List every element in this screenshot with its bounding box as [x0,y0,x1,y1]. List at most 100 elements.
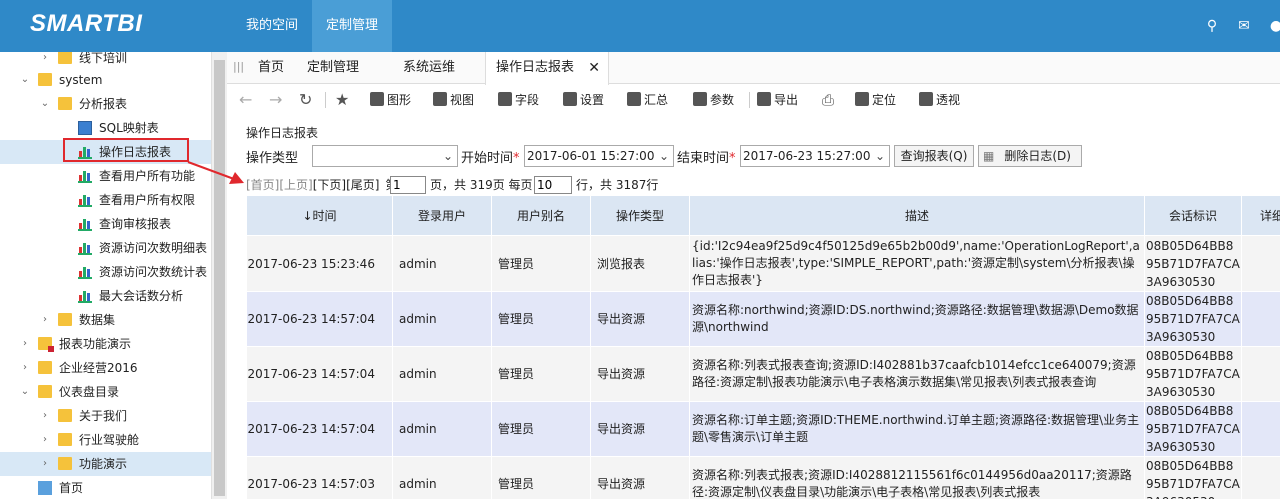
pager: [首页][上页][下页][尾页] 第 页，共 319页 每页 行，共 3187行 [246,176,658,194]
col-header-user-alias[interactable]: 用户别名 [491,195,591,236]
chevron-right-icon[interactable]: › [20,356,30,380]
table-row[interactable]: 2017-06-23 14:57:03 admin 管理员 导出资源 资源名称:… [246,456,1280,499]
tree-node-enterprise-2016[interactable]: › 企业经营2016 [0,356,211,380]
report-icon [78,217,92,231]
nav-my-space[interactable]: 我的空间 [232,0,312,52]
report-icon [78,169,92,183]
report-title: 操作日志报表 [246,126,319,140]
table-row[interactable]: 2017-06-23 14:57:04 admin 管理员 导出资源 资源名称:… [246,401,1280,457]
tree-node-user-functions[interactable]: 查看用户所有功能 [0,164,211,188]
col-header-time[interactable]: ↓时间 [246,195,393,236]
chevron-right-icon[interactable]: › [40,308,50,332]
start-time-label: 开始时间* [461,151,520,166]
delete-log-button[interactable]: ▦ 删除日志(D) [978,145,1082,167]
chevron-right-icon[interactable]: › [40,404,50,428]
op-type-select[interactable]: ⌄ [312,145,458,167]
print-icon[interactable]: ⎙ [822,84,834,116]
tree-node-function-demo[interactable]: › 功能演示 [0,452,211,476]
col-header-login-user[interactable]: 登录用户 [392,195,492,236]
pivot-button[interactable]: 透视 [919,84,960,116]
tab-operation-log[interactable]: 操作日志报表 ✕ [485,52,609,85]
tree-node-sql-mapping[interactable]: SQL映射表 [0,116,211,140]
chevron-right-icon[interactable]: › [40,428,50,452]
start-time-select[interactable]: 2017-06-01 15:27:00 ⌄ [524,145,674,167]
table-row[interactable]: 2017-06-23 14:57:04 admin 管理员 导出资源 资源名称:… [246,291,1280,347]
table-row[interactable]: 2017-06-23 14:57:04 admin 管理员 导出资源 资源名称:… [246,346,1280,402]
chevron-right-icon[interactable]: › [40,452,50,476]
tree-node-user-permissions[interactable]: 查看用户所有权限 [0,188,211,212]
inbox-icon[interactable]: ✉ [1236,18,1252,34]
folder-icon [38,361,52,374]
col-header-op-type[interactable]: 操作类型 [590,195,690,236]
tree-node-max-sessions[interactable]: 最大会话数分析 [0,284,211,308]
back-icon[interactable]: ← [239,84,252,116]
home-page-icon [38,481,52,495]
tab-home[interactable]: 首页 [249,52,293,84]
refresh-icon[interactable]: ↻ [299,84,312,116]
settings-button[interactable]: 设置 [563,84,604,116]
rows-per-page-input[interactable] [534,176,572,194]
search-icon[interactable]: ⚲ [1204,18,1220,34]
chevron-down-icon[interactable]: ⌄ [20,68,30,92]
arrow-head [229,172,244,184]
col-header-description[interactable]: 描述 [689,195,1145,236]
tree-node-access-stats[interactable]: 资源访问次数统计表 [0,260,211,284]
cell-detail [1241,235,1280,292]
summary-button[interactable]: 汇总 [627,84,668,116]
trash-icon: ▦ [983,149,995,163]
forward-icon[interactable]: → [269,84,282,116]
menu-grip-icon[interactable]: ||| [233,60,244,73]
cell-description: 资源名称:列表式报表;资源ID:I4028812115561f6c0144956… [689,456,1145,499]
view-button[interactable]: 视图 [433,84,474,116]
tree-node-system[interactable]: ⌄ system [0,68,211,92]
scrollbar-thumb[interactable] [214,60,225,496]
tree-node-report-demo[interactable]: › 报表功能演示 [0,332,211,356]
log-table: ↓时间 登录用户 用户别名 操作类型 描述 会话标识 详细 2017-06-23… [246,195,1280,499]
cell-time: 2017-06-23 14:57:03 [246,456,393,499]
tree-node-about-us[interactable]: › 关于我们 [0,404,211,428]
sidebar-scrollbar[interactable] [211,52,227,499]
nav-custom-manage[interactable]: 定制管理 [312,0,393,52]
cell-description: 资源名称:列表式报表查询;资源ID:I402881b37caafcb1014ef… [689,346,1145,402]
chart-icon [370,92,384,106]
cell-detail [1241,456,1280,499]
params-button[interactable]: 参数 [693,84,734,116]
col-header-session-id[interactable]: 会话标识 [1144,195,1242,236]
tree-node-home[interactable]: 首页 [0,476,211,499]
pager-first[interactable]: [首页] [246,178,279,192]
cell-login-user: admin [392,346,492,402]
pager-last[interactable]: [尾页] [346,178,379,192]
tree-node-access-detail[interactable]: 资源访问次数明细表 [0,236,211,260]
cell-detail [1241,346,1280,402]
tab-system-ops[interactable]: 系统运维 [393,52,465,84]
tree-node-audit-report[interactable]: 查询审核报表 [0,212,211,236]
chevron-down-icon[interactable]: ⌄ [40,92,50,116]
end-time-select[interactable]: 2017-06-23 15:27:00 ⌄ [740,145,890,167]
tree-node-analysis-reports[interactable]: ⌄ 分析报表 [0,92,211,116]
chart-button[interactable]: 图形 [370,84,411,116]
page-info: 页，共 319页 每页 [430,178,533,192]
export-button[interactable]: 导出 [757,84,798,116]
folder-icon [58,97,72,110]
app-logo[interactable]: SMARTBI [30,10,142,38]
user-icon[interactable]: ● [1268,18,1280,34]
col-header-detail[interactable]: 详细 [1241,195,1280,236]
chevron-right-icon[interactable]: › [20,332,30,356]
tab-custom-manage[interactable]: 定制管理 [297,52,369,84]
cell-user-alias: 管理员 [491,235,591,292]
pager-prev[interactable]: [上页] [279,178,312,192]
locate-button[interactable]: 定位 [855,84,896,116]
tree-node-datasets[interactable]: › 数据集 [0,308,211,332]
cell-user-alias: 管理员 [491,291,591,347]
query-report-button[interactable]: 查询报表(Q) [894,145,974,167]
chevron-down-icon: ⌄ [658,149,669,163]
favorite-icon[interactable]: ★ [335,84,349,116]
tree-node-industry-cockpit[interactable]: › 行业驾驶舱 [0,428,211,452]
close-icon[interactable]: ✕ [588,52,600,84]
chevron-down-icon[interactable]: ⌄ [20,380,30,404]
table-row[interactable]: 2017-06-23 15:23:46 admin 管理员 浏览报表 {id:'… [246,235,1280,292]
tree-node-dashboard-dir[interactable]: ⌄ 仪表盘目录 [0,380,211,404]
pager-next[interactable]: [下页] [313,178,346,192]
field-button[interactable]: 字段 [498,84,539,116]
page-number-input[interactable] [390,176,426,194]
